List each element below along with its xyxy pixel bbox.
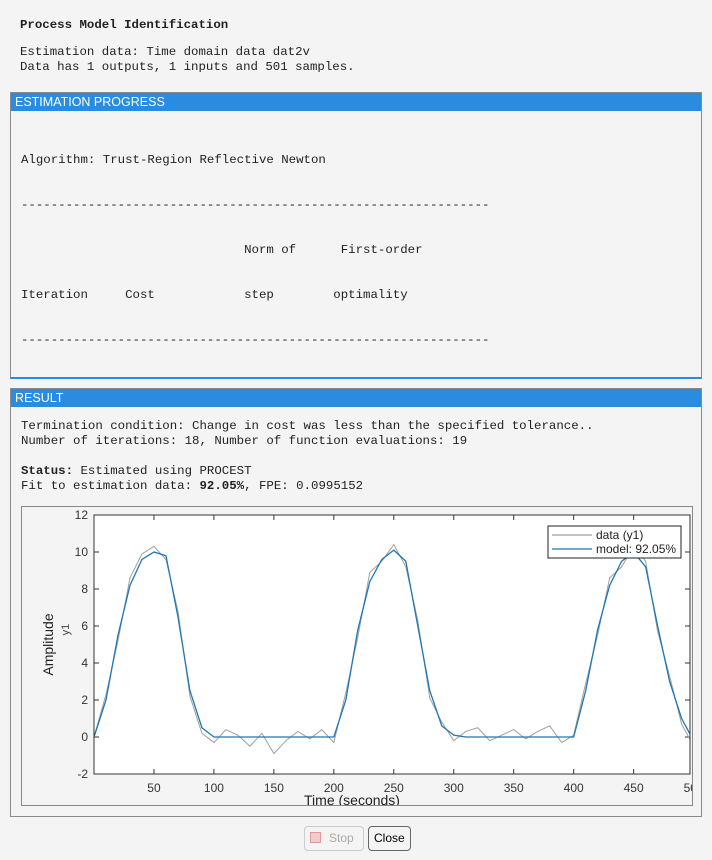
stop-label: Stop — [329, 831, 354, 845]
fpe-value: , FPE: 0.0995152 — [244, 479, 364, 493]
panel-header: ESTIMATION PROGRESS — [11, 93, 701, 111]
column-header-1: Norm of First-order — [21, 243, 423, 257]
data-summary-line: Data has 1 outputs, 1 inputs and 501 sam… — [20, 60, 355, 72]
stop-icon — [310, 832, 321, 843]
response-plot[interactable]: 50100150200250300350400450500-2024681012… — [22, 507, 692, 805]
fit-value: 92.05% — [199, 479, 245, 493]
panel-header: RESULT — [11, 389, 701, 407]
algorithm-line: Algorithm: Trust-Region Reflective Newto… — [21, 153, 326, 167]
x-tick-label: 100 — [204, 781, 224, 795]
x-tick-label: 50 — [147, 781, 161, 795]
fit-line: Fit to estimation data: 92.05%, FPE: 0.0… — [21, 479, 363, 494]
result-panel: RESULT Termination condition: Change in … — [10, 388, 702, 817]
report-header: Process Model Identification Estimation d… — [20, 18, 355, 72]
x-tick-label: 350 — [504, 781, 524, 795]
legend-entry: model: 92.05% — [596, 542, 676, 556]
estimation-data-line: Estimation data: Time domain data dat2v — [20, 45, 310, 59]
legend-entry: data (y1) — [596, 528, 643, 542]
y-tick-label: 4 — [81, 656, 88, 670]
column-header-2: Iteration Cost step optimality — [21, 288, 408, 302]
iterations-line: Number of iterations: 18, Number of func… — [21, 434, 468, 448]
status-label: Status: — [21, 464, 74, 478]
close-button[interactable]: Close — [368, 826, 411, 851]
x-tick-label: 300 — [444, 781, 464, 795]
termination-line: Termination condition: Change in cost wa… — [21, 419, 594, 433]
legend[interactable]: data (y1)model: 92.05% — [547, 525, 682, 559]
rule: ----------------------------------------… — [21, 333, 490, 347]
result-text: Termination condition: Change in cost wa… — [21, 415, 691, 503]
x-tick-label: 500 — [684, 781, 692, 795]
rule: ----------------------------------------… — [21, 198, 490, 212]
y-axis-label: Amplitude — [40, 613, 56, 675]
progress-log[interactable]: Algorithm: Trust-Region Reflective Newto… — [21, 123, 489, 367]
stop-button[interactable]: Stop — [304, 826, 364, 851]
y-tick-label: 6 — [81, 619, 88, 633]
y-tick-label: -2 — [77, 767, 88, 781]
status-value: Estimated using PROCEST — [73, 464, 252, 478]
estimation-progress-panel: ESTIMATION PROGRESS Algorithm: Trust-Reg… — [10, 92, 702, 379]
report-title: Process Model Identification — [20, 18, 229, 32]
y-tick-label: 10 — [75, 545, 89, 559]
y-tick-label: 2 — [81, 693, 88, 707]
x-tick-label: 400 — [564, 781, 584, 795]
status-line: Status: Estimated using PROCEST — [21, 464, 252, 479]
y-tick-label: 8 — [81, 582, 88, 596]
fit-label: Fit to estimation data: — [21, 479, 200, 493]
x-tick-label: 150 — [264, 781, 284, 795]
x-axis-label: Time (seconds) — [304, 792, 400, 805]
y-tick-label: 0 — [81, 730, 88, 744]
y-tick-label: 12 — [75, 508, 89, 522]
plot-frame: 50100150200250300350400450500-2024681012… — [21, 506, 693, 806]
x-tick-label: 450 — [624, 781, 644, 795]
y-axis-channel-label: y1 — [60, 624, 72, 636]
